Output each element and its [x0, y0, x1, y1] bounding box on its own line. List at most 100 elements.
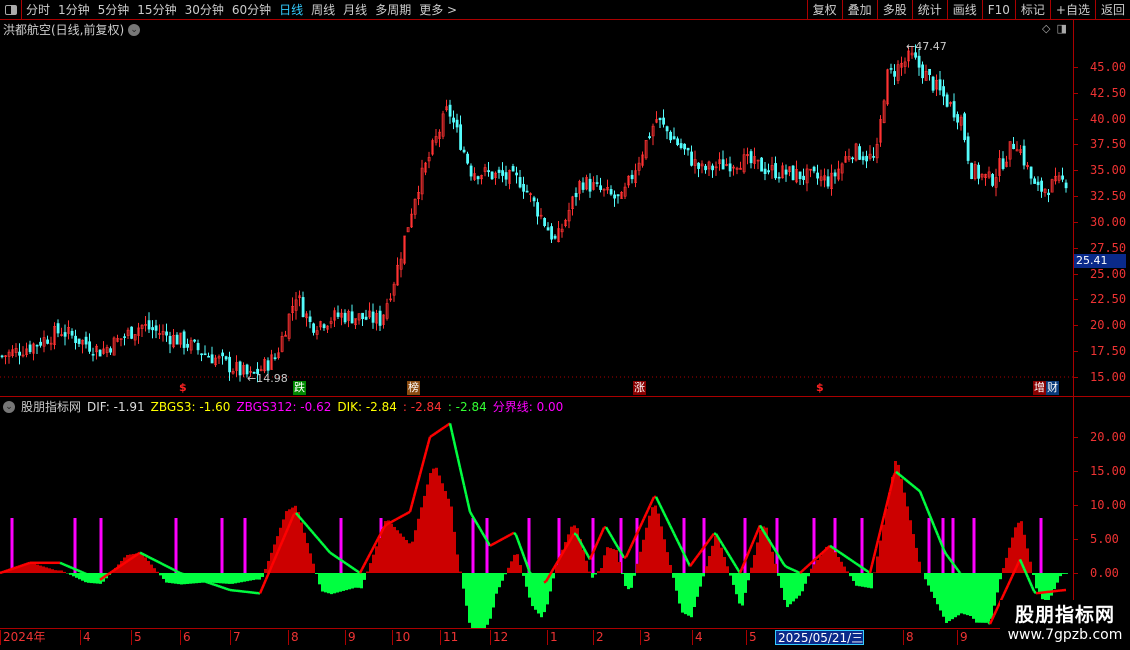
- candle-body: [476, 176, 480, 180]
- histogram-bar: [750, 567, 753, 573]
- histogram-bar: [498, 573, 501, 588]
- indicator-line: [946, 555, 952, 561]
- histogram-bar: [708, 556, 711, 573]
- y-tick: [1073, 196, 1078, 198]
- candle-body: [1033, 178, 1037, 184]
- indicator-line: [1008, 576, 1014, 582]
- indicator-line: [754, 529, 760, 536]
- histogram-bar: [165, 573, 168, 583]
- event-marker[interactable]: $: [178, 381, 188, 395]
- event-marker[interactable]: 涨: [633, 381, 646, 395]
- candle-body: [686, 147, 690, 151]
- indicator-line: [117, 565, 121, 569]
- histogram-bar: [243, 573, 246, 582]
- event-marker[interactable]: 跌: [293, 381, 306, 395]
- indicator-line: [531, 573, 535, 577]
- candle-body: [613, 194, 617, 199]
- indicator-line: [197, 577, 201, 581]
- histogram-bar: [954, 573, 957, 618]
- indicator-line: [774, 550, 780, 556]
- event-marker[interactable]: 财: [1046, 381, 1059, 395]
- histogram-bar: [318, 573, 321, 585]
- histogram-bar: [885, 508, 888, 573]
- histogram-bar: [684, 573, 687, 615]
- chevron-down-icon[interactable]: ⌄: [3, 400, 15, 413]
- boundary-value: 分界线: 0.00: [492, 400, 564, 414]
- indicator-line: [620, 553, 626, 559]
- indicator-line: [437, 429, 441, 433]
- histogram-bar: [843, 566, 846, 573]
- histogram-bar: [72, 573, 75, 577]
- indicator-line: [77, 569, 81, 573]
- candle-body: [532, 197, 536, 202]
- indicator-line: [726, 552, 732, 558]
- indicator-line: [1006, 580, 1012, 586]
- indicator-line: [785, 565, 789, 569]
- histogram-bar: [1026, 548, 1029, 573]
- histogram-bar: [216, 573, 219, 584]
- date-label: 6: [180, 630, 191, 645]
- indicator-line: [706, 538, 712, 543]
- indicator-line: [153, 558, 157, 562]
- candle-body: [504, 172, 508, 180]
- indicator-line: [482, 534, 488, 540]
- candle-body: [322, 324, 326, 329]
- indicator-line: [803, 566, 807, 571]
- candle-body: [147, 320, 151, 330]
- indicator-line: [215, 584, 219, 588]
- candle-body: [599, 185, 603, 190]
- indicator-line: [21, 563, 25, 567]
- histogram-bar: [741, 573, 744, 606]
- indicator-line: [514, 534, 520, 541]
- event-marker[interactable]: $: [815, 381, 825, 395]
- watermark-url: www.7gpzb.com: [1007, 627, 1123, 643]
- histogram-bar: [1038, 573, 1041, 594]
- histogram-bar: [828, 546, 831, 573]
- indicator-line: [556, 557, 562, 562]
- indicator-line: [460, 476, 466, 486]
- indicator-line: [537, 577, 541, 581]
- histogram-bar: [660, 526, 663, 573]
- histogram-bar: [450, 506, 453, 573]
- indicator-line: [408, 503, 414, 513]
- histogram-bar: [471, 573, 474, 628]
- indicator-line: [319, 540, 323, 545]
- histogram-bar: [753, 555, 756, 573]
- date-label: 5: [131, 630, 142, 645]
- candle-body: [942, 86, 946, 97]
- indicator-line: [59, 561, 63, 565]
- indicator-line: [376, 534, 382, 540]
- y-tick: [1073, 376, 1078, 378]
- indicator-line: [79, 570, 83, 574]
- indicator-line: [936, 534, 942, 541]
- indicator-line: [851, 559, 855, 564]
- histogram-bar: [402, 536, 405, 573]
- candle-body: [301, 297, 305, 318]
- event-marker[interactable]: 榜: [407, 381, 420, 395]
- histogram-bar: [126, 554, 129, 573]
- histogram-bar: [972, 573, 975, 619]
- indicator-line: [853, 561, 857, 565]
- histogram-bar: [363, 573, 366, 580]
- indicator-line: [478, 528, 484, 533]
- histogram-bar: [342, 573, 345, 591]
- histogram-bar: [336, 573, 339, 593]
- histogram-bar: [417, 518, 420, 573]
- event-marker[interactable]: 增: [1033, 381, 1046, 395]
- indicator-line: [646, 505, 652, 511]
- histogram-bar: [420, 507, 423, 573]
- indicator-line: [380, 526, 386, 532]
- histogram-bar: [1065, 573, 1068, 574]
- indicator-line: [911, 483, 915, 488]
- histogram-bar: [807, 573, 810, 577]
- histogram-bar: [171, 573, 174, 584]
- candle-body: [207, 355, 211, 358]
- y-label: 27.50: [1090, 240, 1127, 255]
- histogram-bar: [819, 555, 822, 573]
- indicator-line: [546, 574, 552, 579]
- toolbar-button[interactable]: 返回: [1094, 0, 1130, 20]
- indicator-line: [985, 618, 989, 623]
- indicator-line: [694, 554, 700, 559]
- indicator-line: [732, 562, 738, 568]
- indicator-line: [480, 531, 486, 537]
